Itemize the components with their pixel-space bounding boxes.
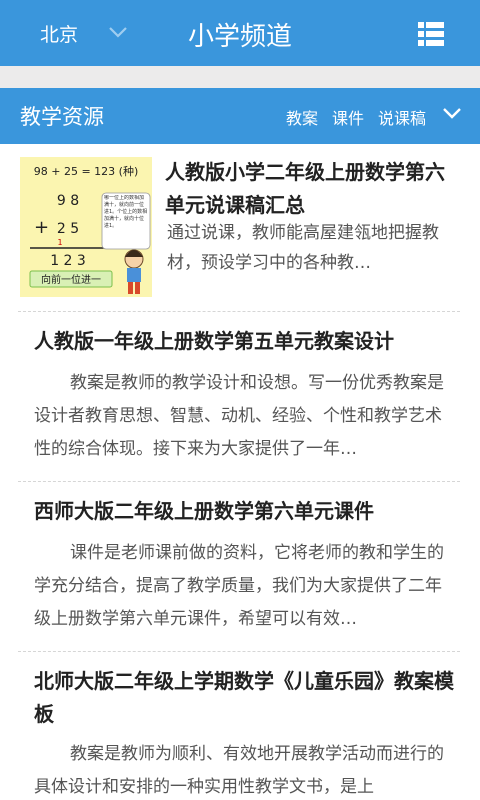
tab-kejian[interactable]: 课件	[332, 105, 364, 129]
section-tabs: 教案 课件 说课稿	[286, 105, 426, 129]
thumb-row2: 2 5	[57, 221, 79, 237]
header-separator	[0, 66, 480, 88]
list-item[interactable]: 西师大版二年级上册数学第六单元课件 课件是老师课前做的资料，它将老师的教和学生的…	[18, 482, 460, 652]
thumb-op: +	[34, 217, 49, 238]
page-title: 小学频道	[187, 22, 292, 52]
thumb-banner: 向前一位进一	[41, 273, 101, 286]
article-summary: 教案是教师的教学设计和设想。写一份优秀教案是设计者教育思想、智慧、动机、经验、个…	[34, 373, 444, 459]
article-title[interactable]: 人教版小学二年级上册数学第六单元说课稿汇总	[165, 156, 455, 222]
article-summary: 课件是老师课前做的资料，它将老师的教和学生的学充分结合，提高了教学质量，我们为大…	[34, 543, 444, 629]
list-menu-icon[interactable]	[418, 22, 444, 46]
article-title[interactable]: 西师大版二年级上册数学第六单元课件	[34, 495, 454, 528]
thumb-carry: 1	[57, 238, 62, 247]
article-thumbnail: 98 + 25 = 123 (种) 9 8 + 2 5 1 1 2 3 哪一位上…	[20, 157, 152, 297]
list-item[interactable]: 98 + 25 = 123 (种) 9 8 + 2 5 1 1 2 3 哪一位上…	[18, 144, 460, 312]
chevron-down-icon[interactable]	[442, 106, 462, 120]
thumb-row1: 9 8	[57, 193, 79, 209]
tab-jiaoan[interactable]: 教案	[286, 105, 318, 129]
thumb-equation: 98 + 25 = 123 (种)	[34, 164, 139, 178]
list-item[interactable]: 人教版一年级上册数学第五单元教案设计 教案是教师的教学设计和设想。写一份优秀教案…	[18, 312, 460, 482]
article-summary: 通过说课，教师能高屋建瓴地把握教材，预设学习中的各种教…	[167, 223, 439, 273]
tab-shuokegao[interactable]: 说课稿	[378, 105, 426, 129]
list-item[interactable]: 北师大版二年级上学期数学《儿童乐园》教案模板 教案是教师为顺利、有效地开展教学活…	[18, 652, 460, 800]
top-bar: 北京 小学频道	[0, 0, 480, 66]
thumb-result: 1 2 3	[50, 253, 86, 269]
article-title[interactable]: 北师大版二年级上学期数学《儿童乐园》教案模板	[34, 665, 454, 731]
math-illustration: 98 + 25 = 123 (种) 9 8 + 2 5 1 1 2 3 哪一位上…	[20, 157, 152, 297]
section-title: 教学资源	[20, 105, 104, 129]
thumb-note: 哪一位上的数相加满十，就向前一位进1。个位上的数相加满十，就向十位进1。	[104, 195, 148, 229]
article-summary: 教案是教师为顺利、有效地开展教学活动而进行的具体设计和安排的一种实用性教学文书，…	[34, 744, 444, 797]
section-bar: 教学资源 教案 课件 说课稿	[0, 88, 480, 144]
article-title[interactable]: 人教版一年级上册数学第五单元教案设计	[34, 325, 454, 358]
